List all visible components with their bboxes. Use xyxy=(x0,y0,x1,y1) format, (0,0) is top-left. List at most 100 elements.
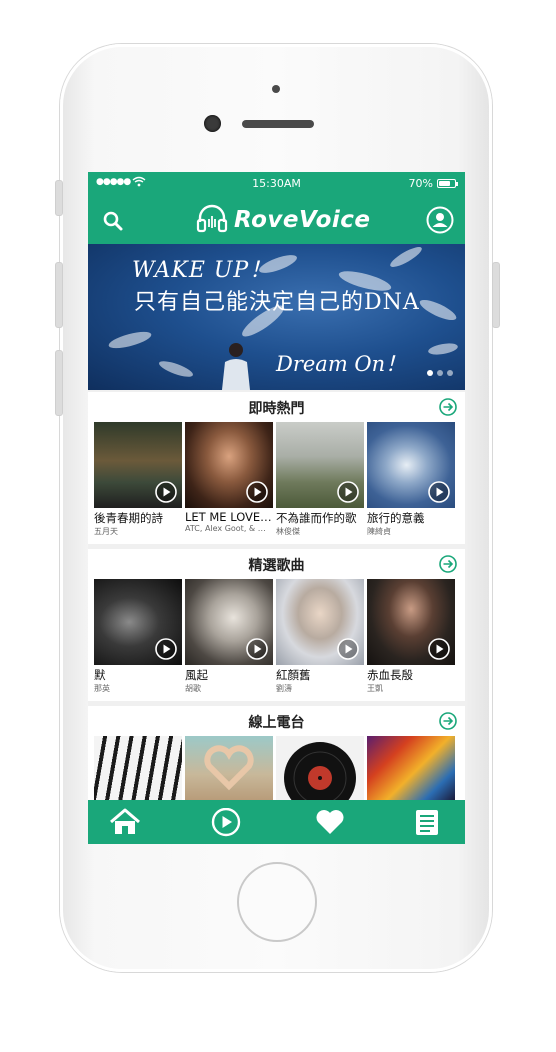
banner-pager[interactable] xyxy=(427,370,453,376)
song-artist: 林俊傑 xyxy=(276,527,300,536)
album-cover xyxy=(94,579,182,665)
bottom-tab-bar xyxy=(88,800,465,844)
pager-dot[interactable] xyxy=(447,370,453,376)
user-icon[interactable] xyxy=(426,206,454,234)
volume-down-button xyxy=(55,350,63,416)
mute-switch xyxy=(55,180,63,216)
play-icon[interactable] xyxy=(155,481,177,503)
radio-cover-colorful xyxy=(367,736,455,800)
section-featured: 精選歌曲 默 那英 風起 胡歌 紅顏舊 劉濤 赤血長殷 王凱 xyxy=(88,549,465,701)
section-header: 即時熱門 xyxy=(88,392,465,422)
song-title: 後青春期的詩 xyxy=(94,511,163,525)
song-card[interactable]: 不為誰而作的歌 林俊傑 xyxy=(276,422,364,537)
play-icon[interactable] xyxy=(337,638,359,660)
battery-icon xyxy=(437,179,458,188)
song-card[interactable]: 紅顏舊 劉濤 xyxy=(276,579,364,694)
heart-hands-icon xyxy=(204,745,254,791)
song-card[interactable]: 赤血長殷 王凱 xyxy=(367,579,455,694)
song-artist: 胡歌 xyxy=(185,684,201,693)
banner-line-1: WAKE UP！ xyxy=(132,258,273,283)
banner-feather xyxy=(427,341,459,357)
section-title: 線上電台 xyxy=(248,715,305,731)
song-artist: 五月天 xyxy=(94,527,118,536)
album-cover xyxy=(367,422,455,508)
card-row: 默 那英 風起 胡歌 紅顏舊 劉濤 赤血長殷 王凱 xyxy=(94,579,455,694)
card-row xyxy=(94,736,455,800)
search-icon[interactable] xyxy=(102,210,124,232)
play-icon[interactable] xyxy=(246,638,268,660)
section-header: 線上電台 xyxy=(88,706,465,736)
song-artist: ATC, Alex Goot, & … xyxy=(185,524,266,533)
banner-line-3: Dream On！ xyxy=(276,352,407,376)
banner-line-2: 只有自己能決定自己的DNA xyxy=(134,290,420,315)
heart-icon[interactable] xyxy=(315,808,345,836)
song-artist: 陳綺貞 xyxy=(367,527,391,536)
play-icon[interactable] xyxy=(337,481,359,503)
radio-card[interactable] xyxy=(185,736,273,800)
play-icon[interactable] xyxy=(246,481,268,503)
home-button[interactable] xyxy=(237,862,317,942)
vinyl-record-icon xyxy=(284,742,356,800)
album-cover xyxy=(276,579,364,665)
radio-card[interactable] xyxy=(367,736,455,800)
app-logo: RoveVoice xyxy=(196,203,371,237)
album-cover xyxy=(367,579,455,665)
song-artist: 王凱 xyxy=(367,684,383,693)
performer-figure xyxy=(216,340,256,390)
album-cover xyxy=(185,422,273,508)
radio-cover-heart xyxy=(185,736,273,800)
home-icon[interactable] xyxy=(109,808,140,836)
song-card[interactable]: LET ME LOVE… ATC, Alex Goot, & … xyxy=(185,422,273,537)
radio-card[interactable] xyxy=(94,736,182,800)
play-icon[interactable] xyxy=(155,638,177,660)
arrow-right-circle-icon[interactable] xyxy=(439,398,457,416)
section-title: 即時熱門 xyxy=(248,401,305,417)
banner-feather xyxy=(157,358,195,380)
song-title: 赤血長殷 xyxy=(367,668,413,682)
pager-dot[interactable] xyxy=(437,370,443,376)
play-icon[interactable] xyxy=(428,481,450,503)
app-header: RoveVoice xyxy=(88,196,465,244)
arrow-right-circle-icon[interactable] xyxy=(439,555,457,573)
card-row: 後青春期的詩 五月天 LET ME LOVE… ATC, Alex Goot, … xyxy=(94,422,455,537)
earpiece-speaker xyxy=(242,120,314,128)
album-cover xyxy=(94,422,182,508)
section-radio: 線上電台 xyxy=(88,706,465,800)
front-camera xyxy=(204,115,221,132)
section-header: 精選歌曲 xyxy=(88,549,465,579)
app-name: RoveVoice xyxy=(234,207,371,233)
song-artist: 那英 xyxy=(94,684,110,693)
arrow-right-circle-icon[interactable] xyxy=(439,712,457,730)
song-title: 紅顏舊 xyxy=(276,668,311,682)
headphones-icon xyxy=(196,203,228,237)
play-circle-icon[interactable] xyxy=(211,807,241,837)
banner-feather xyxy=(107,328,153,352)
section-title: 精選歌曲 xyxy=(248,558,305,574)
radio-card[interactable] xyxy=(276,736,364,800)
power-button xyxy=(492,262,500,328)
banner-feather xyxy=(417,296,459,324)
status-bar: ●●●●● 15:30AM 70% xyxy=(88,172,465,196)
radio-cover-vinyl xyxy=(276,736,364,800)
song-card[interactable]: 默 那英 xyxy=(94,579,182,694)
radio-cover-piano xyxy=(94,736,182,800)
battery-percent: 70% xyxy=(408,177,433,190)
pager-dot[interactable] xyxy=(427,370,433,376)
song-title: 不為誰而作的歌 xyxy=(276,511,357,525)
song-title: 風起 xyxy=(185,668,208,682)
song-card[interactable]: 風起 胡歌 xyxy=(185,579,273,694)
banner-feather xyxy=(387,244,425,271)
app-screen: ●●●●● 15:30AM 70% RoveVoice WAKE UP！ 只有自… xyxy=(88,172,465,844)
song-card[interactable]: 旅行的意義 陳綺貞 xyxy=(367,422,455,537)
list-icon[interactable] xyxy=(414,808,444,836)
volume-up-button xyxy=(55,262,63,328)
proximity-sensor xyxy=(272,85,280,93)
section-trending: 即時熱門 後青春期的詩 五月天 LET ME LOVE… ATC, Alex G… xyxy=(88,392,465,544)
song-title: 旅行的意義 xyxy=(367,511,425,525)
song-title: 默 xyxy=(94,668,106,682)
play-icon[interactable] xyxy=(428,638,450,660)
song-card[interactable]: 後青春期的詩 五月天 xyxy=(94,422,182,537)
promo-banner[interactable]: WAKE UP！ 只有自己能決定自己的DNA Dream On！ xyxy=(88,244,465,390)
album-cover xyxy=(185,579,273,665)
song-artist: 劉濤 xyxy=(276,684,292,693)
